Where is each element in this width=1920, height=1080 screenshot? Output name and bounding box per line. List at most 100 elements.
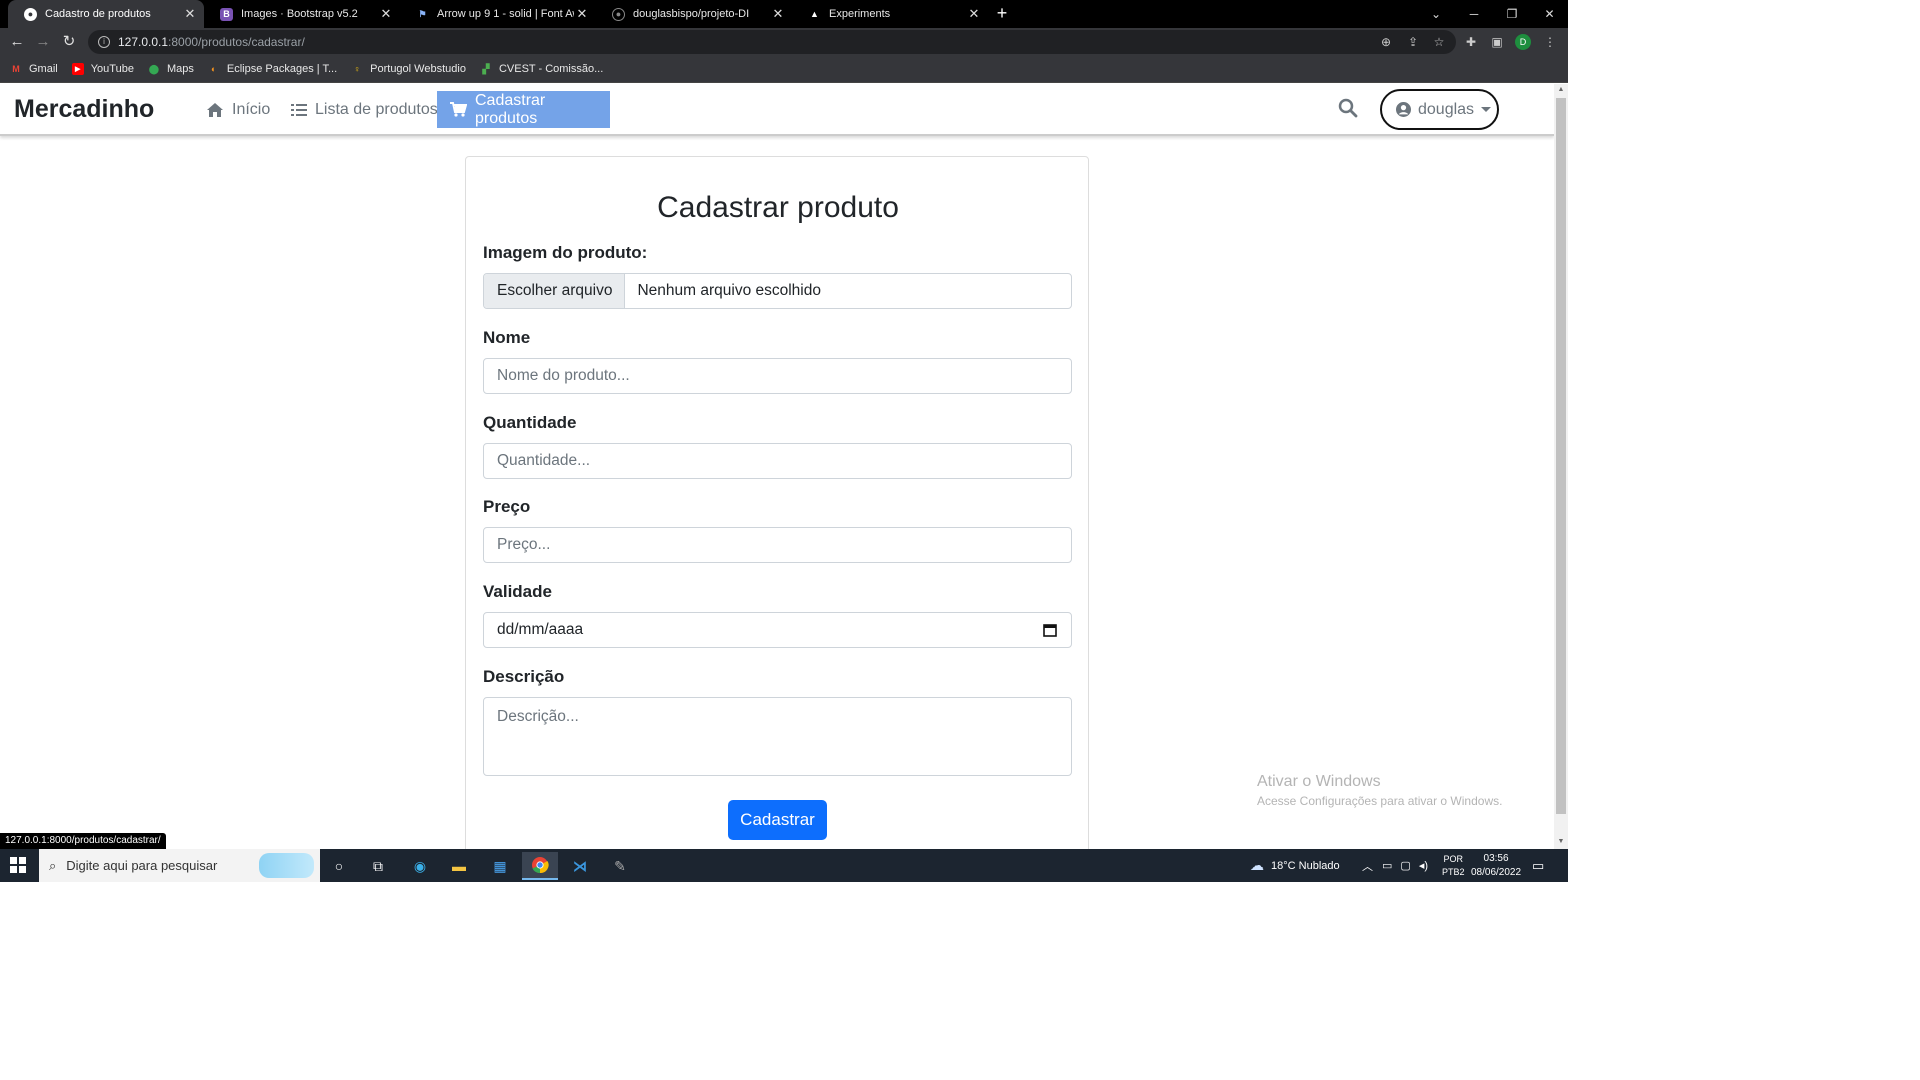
share-icon[interactable]: ⇪ <box>1404 33 1422 51</box>
close-tab-icon[interactable]: ✕ <box>574 6 590 22</box>
tab-bootstrap-images[interactable]: B Images · Bootstrap v5.2 ✕ <box>204 0 400 28</box>
chrome-icon[interactable] <box>522 852 558 880</box>
bookmark-gmail[interactable]: M Gmail <box>10 63 57 75</box>
profile-avatar[interactable]: D <box>1515 34 1531 50</box>
language-indicator[interactable]: POR PTB2 <box>1442 849 1465 882</box>
side-panel-icon[interactable]: ▣ <box>1488 33 1506 51</box>
extensions-icon[interactable]: ✚ <box>1462 33 1480 51</box>
search-icon: ⌕ <box>49 857 57 873</box>
bookmark-youtube[interactable]: ▶ YouTube <box>71 63 134 75</box>
eclipse-icon: ◐ <box>211 64 217 74</box>
name-label: Nome <box>483 328 531 347</box>
nav-link-label: Início <box>232 100 271 118</box>
windows-activation-text: Acesse Configurações para ativar o Windo… <box>1257 794 1503 808</box>
image-label: Imagem do produto: <box>483 243 648 262</box>
brand-logo[interactable]: Mercadinho <box>14 95 154 124</box>
bookmark-portugol[interactable]: ♀ Portugol Webstudio <box>351 63 466 75</box>
quantity-label: Quantidade <box>483 413 577 432</box>
date-value: dd/mm/aaaa <box>497 621 584 638</box>
bookmark-star-icon[interactable]: ☆ <box>1430 33 1448 51</box>
clock-time: 03:56 <box>1483 852 1509 864</box>
bookmark-eclipse[interactable]: ◐ Eclipse Packages | T... <box>208 63 337 75</box>
validity-date-input[interactable]: dd/mm/aaaa <box>483 612 1072 648</box>
price-input[interactable]: Preço... <box>483 527 1072 563</box>
close-tab-icon[interactable]: ✕ <box>182 6 198 22</box>
home-icon <box>206 102 224 118</box>
cortana-icon[interactable]: ○ <box>321 852 357 880</box>
restore-button[interactable]: ❐ <box>1493 0 1531 28</box>
tab-title: Images · Bootstrap v5.2 <box>241 8 358 20</box>
bookmark-maps[interactable]: ⬤ Maps <box>148 63 194 75</box>
system-tray-icons: ︿ ▭ ▢ ◂) <box>1362 849 1428 882</box>
windows-taskbar: ⌕ Digite aqui para pesquisar ○ ⧉ ◉ ▬ ▦ ⋊… <box>0 849 1568 882</box>
page-scrollbar[interactable]: ▲ ▼ <box>1554 84 1568 849</box>
image-file-input[interactable]: Escolher arquivo Nenhum arquivo escolhid… <box>483 273 1072 309</box>
tab-title: Arrow up 9 1 - solid | Font Awesc <box>437 8 574 20</box>
bookmark-cvest[interactable]: ▞ CVEST - Comissão... <box>480 63 603 75</box>
file-explorer-icon[interactable]: ▬ <box>441 852 477 880</box>
lang-bottom: PTB2 <box>1442 866 1465 877</box>
scroll-up-arrow-icon[interactable]: ▲ <box>1557 86 1565 93</box>
tab-font-awesome[interactable]: ⚑ Arrow up 9 1 - solid | Font Awesc ✕ <box>400 0 596 28</box>
choose-file-button[interactable]: Escolher arquivo <box>484 274 626 308</box>
list-icon <box>291 103 307 117</box>
network-icon[interactable]: ▢ <box>1400 859 1410 872</box>
clock[interactable]: 03:56 08/06/2022 <box>1471 849 1521 882</box>
windows-activation-title: Ativar o Windows <box>1257 773 1381 790</box>
close-tab-icon[interactable]: ✕ <box>770 6 786 22</box>
name-input[interactable]: Nome do produto... <box>483 358 1072 394</box>
menu-kebab-icon[interactable]: ⋮ <box>1541 33 1559 51</box>
forward-arrow-icon[interactable]: → <box>32 31 54 53</box>
user-dropdown-button[interactable]: douglas <box>1380 89 1499 130</box>
clock-date: 08/06/2022 <box>1471 866 1522 878</box>
reload-icon[interactable]: ↻ <box>58 31 80 53</box>
minimize-button[interactable]: ─ <box>1455 0 1493 28</box>
calendar-icon[interactable] <box>1043 623 1057 637</box>
notifications-icon[interactable]: ▭ <box>1532 849 1544 882</box>
nav-cadastrar-produtos[interactable]: Cadastrar produtos <box>437 91 610 128</box>
volume-icon[interactable]: ◂) <box>1419 859 1428 872</box>
nav-lista-de-produtos[interactable]: Lista de produtos <box>278 91 451 128</box>
close-window-button[interactable]: ✕ <box>1531 0 1568 28</box>
bookmarks-bar: M Gmail ▶ YouTube ⬤ Maps ◐ Eclipse Packa… <box>0 56 1568 83</box>
tab-cadastro-de-produtos[interactable]: ● Cadastro de produtos ✕ <box>8 0 204 28</box>
device-icon[interactable]: ▭ <box>1382 859 1392 872</box>
windows-start-icon[interactable] <box>10 857 28 875</box>
tab-title: Cadastro de produtos <box>45 8 151 20</box>
file-status: Nenhum arquivo escolhido <box>637 282 821 299</box>
vscode-icon[interactable]: ⋊ <box>562 852 598 880</box>
taskbar-search-placeholder: Digite aqui para pesquisar <box>66 858 218 873</box>
store-icon[interactable]: ▦ <box>482 852 518 880</box>
weather-widget[interactable]: ☁ 18°C Nublado <box>1250 849 1340 882</box>
back-arrow-icon[interactable]: ← <box>6 31 28 53</box>
cvest-icon: ▞ <box>482 63 490 74</box>
bootstrap-icon: B <box>220 7 233 21</box>
web-page: Mercadinho Início Lista de produtos Cada… <box>0 84 1554 849</box>
nav-inicio[interactable]: Início <box>193 91 283 128</box>
edge-icon[interactable]: ◉ <box>402 852 438 880</box>
tab-search-icon[interactable]: ⌄ <box>1417 0 1455 28</box>
close-tab-icon[interactable]: ✕ <box>966 6 982 22</box>
bookmark-label: CVEST - Comissão... <box>498 63 604 75</box>
taskbar-search-box[interactable]: ⌕ Digite aqui para pesquisar <box>39 849 320 882</box>
app-icon[interactable]: ✎ <box>602 852 638 880</box>
description-textarea[interactable]: Descrição... <box>483 697 1072 776</box>
caret-down-icon <box>1481 107 1492 112</box>
tab-experiments[interactable]: ▲ Experiments ✕ <box>792 0 988 28</box>
scroll-down-arrow-icon[interactable]: ▼ <box>1557 838 1565 845</box>
site-info-icon[interactable]: i <box>98 36 110 48</box>
close-tab-icon[interactable]: ✕ <box>378 6 394 22</box>
search-icon[interactable] <box>1338 98 1360 120</box>
scrollbar-thumb[interactable] <box>1556 98 1566 814</box>
tab-github-projeto[interactable]: ● douglasbispo/projeto-DI ✕ <box>596 0 792 28</box>
cadastrar-submit-button[interactable]: Cadastrar <box>728 800 827 840</box>
quantity-input[interactable]: Quantidade... <box>483 443 1072 479</box>
new-tab-button[interactable]: + <box>992 3 1012 23</box>
bookmark-label: Portugol Webstudio <box>370 63 466 75</box>
address-bar[interactable]: i 127.0.0.1:8000/produtos/cadastrar/ <box>88 30 1456 54</box>
task-view-icon[interactable]: ⧉ <box>360 852 396 880</box>
youtube-icon: ▶ <box>71 63 84 75</box>
flask-icon: ▲ <box>810 9 819 19</box>
zoom-icon[interactable]: ⊕ <box>1377 33 1395 51</box>
chevron-up-icon[interactable]: ︿ <box>1362 858 1373 874</box>
